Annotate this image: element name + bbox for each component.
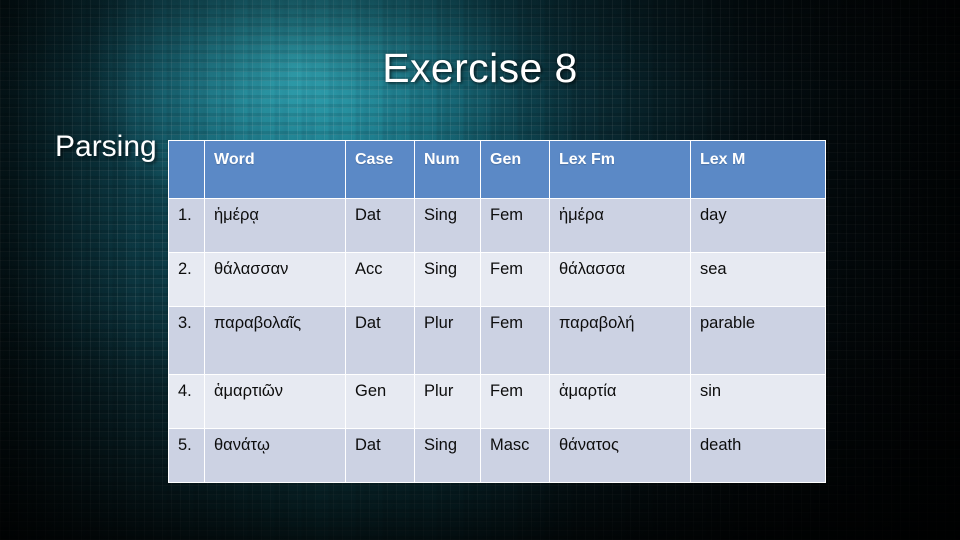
cell-lex-m: parable: [691, 307, 825, 374]
cell-word: ἡμέρᾳ: [205, 199, 345, 252]
header-word: Word: [205, 141, 345, 198]
cell-number: 1.: [169, 199, 204, 252]
header-gen: Gen: [481, 141, 549, 198]
cell-lex-m: day: [691, 199, 825, 252]
header-num: Num: [415, 141, 480, 198]
cell-gen: Fem: [481, 199, 549, 252]
cell-gen: Masc: [481, 429, 549, 482]
cell-gen: Fem: [481, 375, 549, 428]
cell-num: Plur: [415, 375, 480, 428]
cell-lex-fm: θάλασσα: [550, 253, 690, 306]
cell-number: 5.: [169, 429, 204, 482]
table-row: 1. ἡμέρᾳ Dat Sing Fem ἡμέρα day: [169, 199, 825, 252]
cell-word: θάλασσαν: [205, 253, 345, 306]
cell-case: Gen: [346, 375, 414, 428]
table-header-row: Word Case Num Gen Lex Fm Lex M: [169, 141, 825, 198]
cell-lex-m: sea: [691, 253, 825, 306]
cell-lex-m: death: [691, 429, 825, 482]
table-row: 5. θανάτῳ Dat Sing Masc θάνατος death: [169, 429, 825, 482]
cell-word: ἁμαρτιῶν: [205, 375, 345, 428]
cell-lex-m: sin: [691, 375, 825, 428]
table-body: 1. ἡμέρᾳ Dat Sing Fem ἡμέρα day 2. θάλασ…: [169, 199, 825, 482]
cell-case: Dat: [346, 307, 414, 374]
cell-num: Sing: [415, 429, 480, 482]
cell-case: Dat: [346, 429, 414, 482]
cell-number: 3.: [169, 307, 204, 374]
cell-case: Acc: [346, 253, 414, 306]
header-number: [169, 141, 204, 198]
parsing-table: Word Case Num Gen Lex Fm Lex M 1. ἡμέρᾳ …: [168, 140, 826, 483]
cell-num: Plur: [415, 307, 480, 374]
cell-case: Dat: [346, 199, 414, 252]
cell-lex-fm: θάνατος: [550, 429, 690, 482]
cell-gen: Fem: [481, 253, 549, 306]
table-row: 2. θάλασσαν Acc Sing Fem θάλασσα sea: [169, 253, 825, 306]
table-row: 4. ἁμαρτιῶν Gen Plur Fem ἁμαρτία sin: [169, 375, 825, 428]
cell-number: 2.: [169, 253, 204, 306]
cell-lex-fm: παραβολή: [550, 307, 690, 374]
header-lex-m: Lex M: [691, 141, 825, 198]
cell-num: Sing: [415, 253, 480, 306]
cell-num: Sing: [415, 199, 480, 252]
slide-canvas: Exercise 8 Parsing Word Case Num Gen Lex…: [0, 0, 960, 540]
cell-number: 4.: [169, 375, 204, 428]
cell-word: παραβολαῖς: [205, 307, 345, 374]
table-header: Word Case Num Gen Lex Fm Lex M: [169, 141, 825, 198]
cell-gen: Fem: [481, 307, 549, 374]
parsing-section-label: Parsing: [55, 130, 157, 163]
cell-word: θανάτῳ: [205, 429, 345, 482]
cell-lex-fm: ἁμαρτία: [550, 375, 690, 428]
table-row: 3. παραβολαῖς Dat Plur Fem παραβολή para…: [169, 307, 825, 374]
cell-lex-fm: ἡμέρα: [550, 199, 690, 252]
header-lex-fm: Lex Fm: [550, 141, 690, 198]
parsing-table-container: Word Case Num Gen Lex Fm Lex M 1. ἡμέρᾳ …: [168, 140, 826, 483]
slide-title: Exercise 8: [382, 45, 578, 91]
header-case: Case: [346, 141, 414, 198]
